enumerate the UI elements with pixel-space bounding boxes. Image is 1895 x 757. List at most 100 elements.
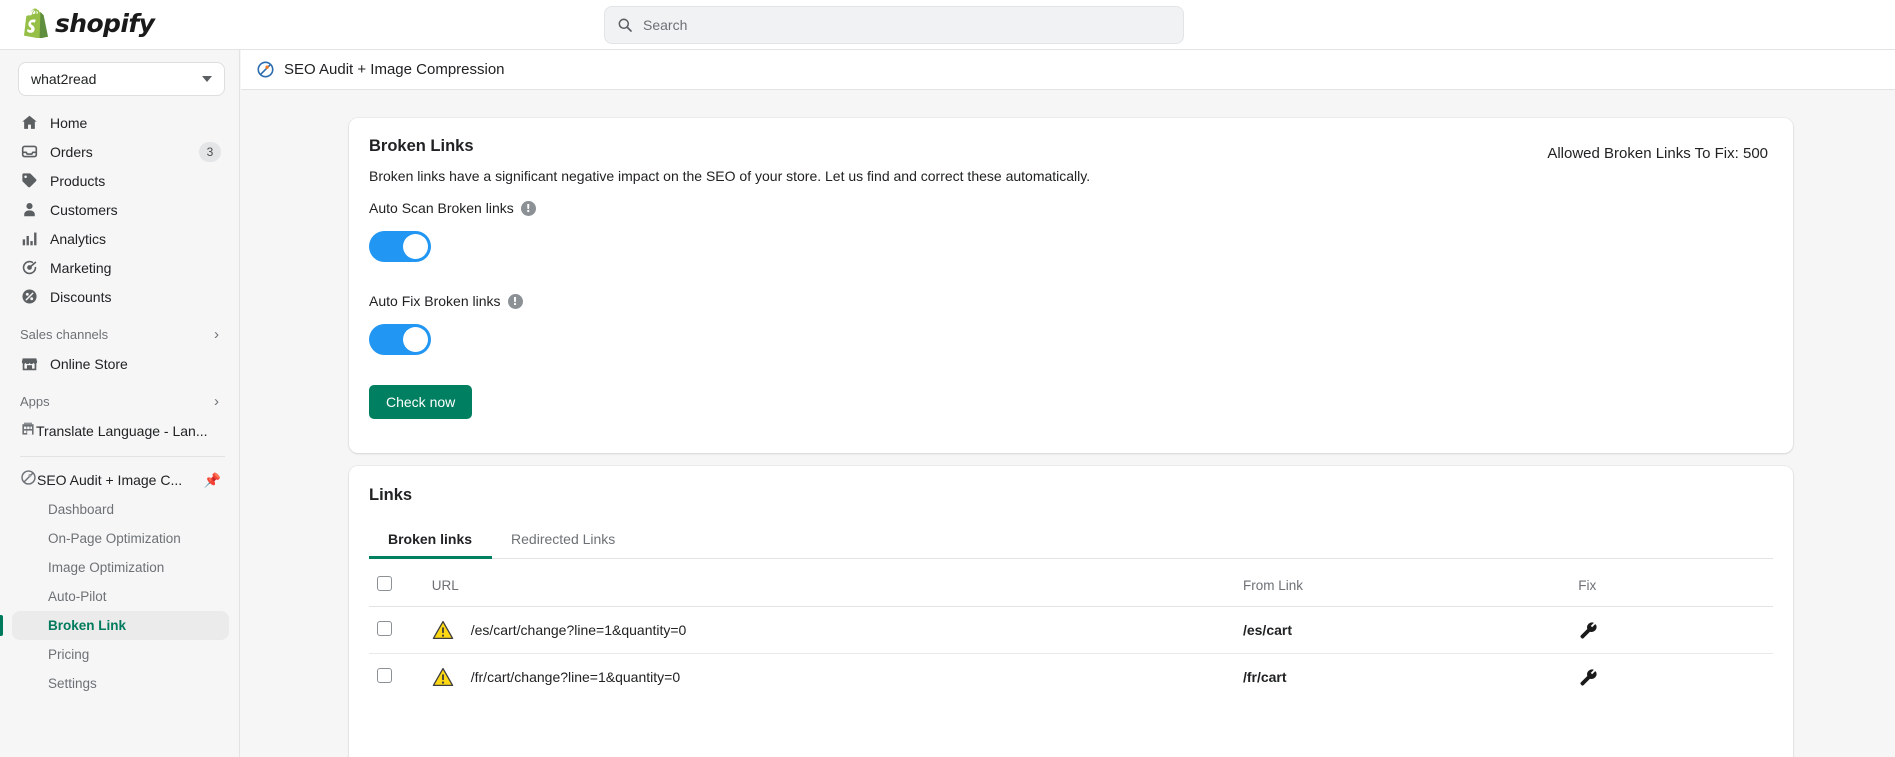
row-fix-cell — [1578, 654, 1773, 701]
seo-audit-app-icon — [20, 469, 37, 491]
sidebar: what2read Home Orders 3 Products Custome… — [0, 50, 240, 757]
main-content: Broken Links Broken links have a signifi… — [241, 91, 1895, 757]
sidebar-item-label: Home — [50, 114, 88, 131]
sidebar-item-discounts[interactable]: Discounts — [12, 282, 229, 311]
info-icon[interactable]: ! — [507, 293, 523, 309]
sidebar-divider — [20, 456, 225, 457]
table-row: /es/cart/change?line=1&quantity=0 /es/ca… — [369, 606, 1773, 654]
pin-icon[interactable]: 📌 — [204, 472, 221, 489]
subnav-label: Pricing — [48, 647, 90, 662]
row-checkbox[interactable] — [377, 621, 392, 636]
broken-links-title: Broken Links — [369, 137, 474, 155]
row-select-cell — [369, 654, 432, 701]
sidebar-item-pricing[interactable]: Pricing — [12, 640, 229, 669]
column-header-url: URL — [431, 564, 1243, 607]
sidebar-item-products[interactable]: Products — [12, 166, 229, 195]
sidebar-item-settings[interactable]: Settings — [12, 669, 229, 698]
table-header-row: URL From Link Fix — [369, 564, 1773, 607]
subnav-label: Settings — [48, 676, 97, 691]
row-select-cell — [369, 606, 432, 654]
sidebar-item-label: Customers — [50, 201, 118, 218]
row-from-text: /es/cart — [1242, 622, 1293, 638]
subnav-label: Image Optimization — [48, 560, 165, 575]
search-placeholder: Search — [643, 17, 688, 33]
sidebar-item-online-store[interactable]: Online Store — [12, 349, 229, 378]
sidebar-item-dashboard[interactable]: Dashboard — [12, 495, 229, 524]
sidebar-item-orders[interactable]: Orders 3 — [12, 137, 229, 166]
customers-person-icon — [20, 200, 39, 219]
select-all-header — [369, 564, 432, 607]
auto-fix-label: Auto Fix Broken links — [369, 293, 501, 309]
row-from-text: /fr/cart — [1242, 669, 1287, 685]
sidebar-item-label: Online Store — [50, 355, 128, 372]
online-store-icon — [20, 354, 39, 373]
sidebar-item-on-page-optimization[interactable]: On-Page Optimization — [12, 524, 229, 553]
wrench-icon[interactable] — [1578, 620, 1598, 640]
info-icon[interactable]: ! — [520, 200, 536, 216]
marketing-target-icon — [20, 258, 39, 277]
row-url-text: /fr/cart/change?line=1&quantity=0 — [470, 669, 681, 685]
auto-scan-field: Auto Scan Broken links ! — [369, 200, 536, 216]
sidebar-item-translate-language[interactable]: Translate Language - Lan... — [12, 416, 229, 446]
column-header-from-link: From Link — [1242, 564, 1579, 607]
sidebar-item-label: Orders — [50, 143, 93, 160]
chevron-right-icon: › — [214, 392, 219, 410]
warning-triangle-icon — [432, 620, 453, 640]
wrench-icon[interactable] — [1578, 667, 1598, 687]
sidebar-item-analytics[interactable]: Analytics — [12, 224, 229, 253]
search-input[interactable]: Search — [604, 6, 1184, 44]
warning-triangle-icon — [432, 667, 453, 687]
sidebar-item-auto-pilot[interactable]: Auto-Pilot — [12, 582, 229, 611]
auto-scan-toggle[interactable] — [369, 231, 431, 262]
discounts-percent-icon — [20, 287, 39, 306]
check-now-button[interactable]: Check now — [369, 385, 473, 419]
sidebar-section-apps[interactable]: Apps › — [20, 388, 229, 414]
row-checkbox[interactable] — [377, 668, 392, 683]
subnav-label: Broken Link — [48, 618, 127, 633]
app-header-bar: SEO Audit + Image Compression — [241, 50, 1895, 90]
links-card: Links Broken links Redirected Links URL … — [349, 466, 1793, 757]
broken-links-description: Broken links have a significant negative… — [369, 168, 1091, 184]
column-header-fix: Fix — [1578, 564, 1773, 607]
auto-fix-toggle[interactable] — [369, 324, 431, 355]
allowed-broken-links-label: Allowed Broken Links To Fix: 500 — [1547, 145, 1768, 162]
row-url-cell: /es/cart/change?line=1&quantity=0 — [431, 606, 1243, 654]
sidebar-item-label: SEO Audit + Image C... — [37, 472, 183, 488]
sidebar-item-marketing[interactable]: Marketing — [12, 253, 229, 282]
store-name: what2read — [31, 71, 97, 87]
subnav-label: Auto-Pilot — [48, 589, 107, 604]
sidebar-item-label: Products — [50, 172, 106, 189]
search-icon — [618, 18, 632, 32]
seo-audit-app-icon — [257, 61, 274, 78]
app-header-title: SEO Audit + Image Compression — [284, 61, 505, 78]
select-all-checkbox[interactable] — [377, 576, 392, 591]
translate-app-icon — [20, 421, 36, 442]
section-label: Apps — [20, 393, 50, 409]
row-from-cell: /es/cart — [1242, 606, 1579, 654]
tab-broken-links[interactable]: Broken links — [369, 522, 493, 559]
tab-redirected-links[interactable]: Redirected Links — [492, 522, 635, 559]
links-table-wrap: URL From Link Fix /es/cart/change?line=1… — [369, 564, 1773, 700]
auto-fix-field: Auto Fix Broken links ! — [369, 293, 523, 309]
store-picker[interactable]: what2read — [18, 62, 225, 96]
broken-links-card: Broken Links Broken links have a signifi… — [349, 118, 1793, 453]
shopify-logo[interactable]: shopify — [22, 8, 155, 38]
row-fix-cell — [1578, 606, 1773, 654]
sidebar-section-sales-channels[interactable]: Sales channels › — [20, 321, 229, 347]
row-url-cell: /fr/cart/change?line=1&quantity=0 — [432, 654, 1243, 701]
section-label: Sales channels — [20, 326, 109, 342]
sidebar-item-seo-audit[interactable]: SEO Audit + Image C... 📌 — [12, 465, 229, 495]
sidebar-item-customers[interactable]: Customers — [12, 195, 229, 224]
chevron-right-icon: › — [214, 325, 219, 343]
orders-badge: 3 — [199, 141, 221, 162]
sidebar-item-home[interactable]: Home — [12, 108, 229, 137]
analytics-bars-icon — [20, 229, 39, 248]
toggle-knob — [403, 327, 428, 352]
products-tag-icon — [20, 171, 39, 190]
row-url-text: /es/cart/change?line=1&quantity=0 — [470, 622, 687, 638]
row-from-cell: /fr/cart — [1243, 654, 1578, 701]
home-icon — [20, 113, 39, 132]
sidebar-item-label: Discounts — [50, 288, 112, 305]
sidebar-item-broken-link[interactable]: Broken Link — [0, 611, 229, 640]
sidebar-item-image-optimization[interactable]: Image Optimization — [12, 553, 229, 582]
